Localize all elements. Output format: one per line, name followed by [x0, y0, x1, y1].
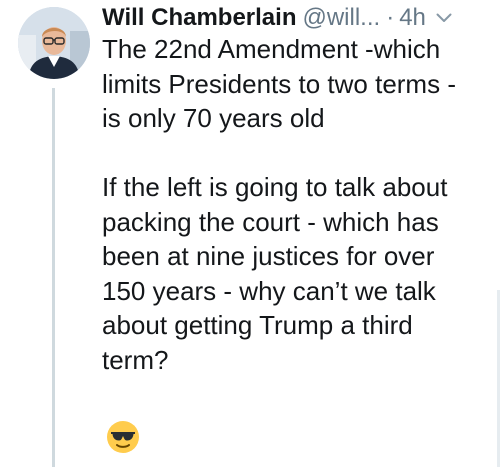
tweet-text-line: term?	[102, 344, 169, 375]
chevron-down-icon[interactable]	[436, 13, 452, 23]
tweet-text-line: been at nine justices for over	[102, 241, 435, 271]
separator-dot: ·	[386, 4, 395, 31]
author-handle[interactable]: @will...	[302, 2, 380, 34]
tweet-text-line: The 22nd Amendment -which	[102, 34, 441, 64]
tweet-timestamp[interactable]: 4h	[399, 2, 426, 34]
tweet-text-line: limits Presidents to two terms -	[102, 68, 456, 99]
tweet-paragraph: The 22nd Amendment -which limits Preside…	[102, 32, 492, 136]
thread-line	[52, 88, 55, 467]
avatar[interactable]	[18, 7, 90, 79]
tweet-paragraph: If the left is going to talk about packi…	[102, 170, 492, 377]
sunglasses-emoji-icon	[106, 420, 140, 454]
tweet-header: Will Chamberlain @will... · 4h	[102, 2, 492, 34]
tweet-text-line: packing the court - which has	[102, 206, 439, 237]
tweet-text-line: about getting Trump a third	[102, 310, 413, 340]
tweet[interactable]: Will Chamberlain @will... · 4h The 22nd …	[0, 0, 500, 467]
tweet-text-line: is only 70 years old	[102, 103, 325, 133]
tweet-text: The 22nd Amendment -which limits Preside…	[102, 32, 492, 377]
tweet-text-line: 150 years - why can’t we talk	[102, 275, 436, 306]
tweet-text-line: If the left is going to talk about	[102, 172, 448, 202]
author-display-name[interactable]: Will Chamberlain	[102, 2, 296, 34]
avatar-photo	[18, 7, 90, 79]
